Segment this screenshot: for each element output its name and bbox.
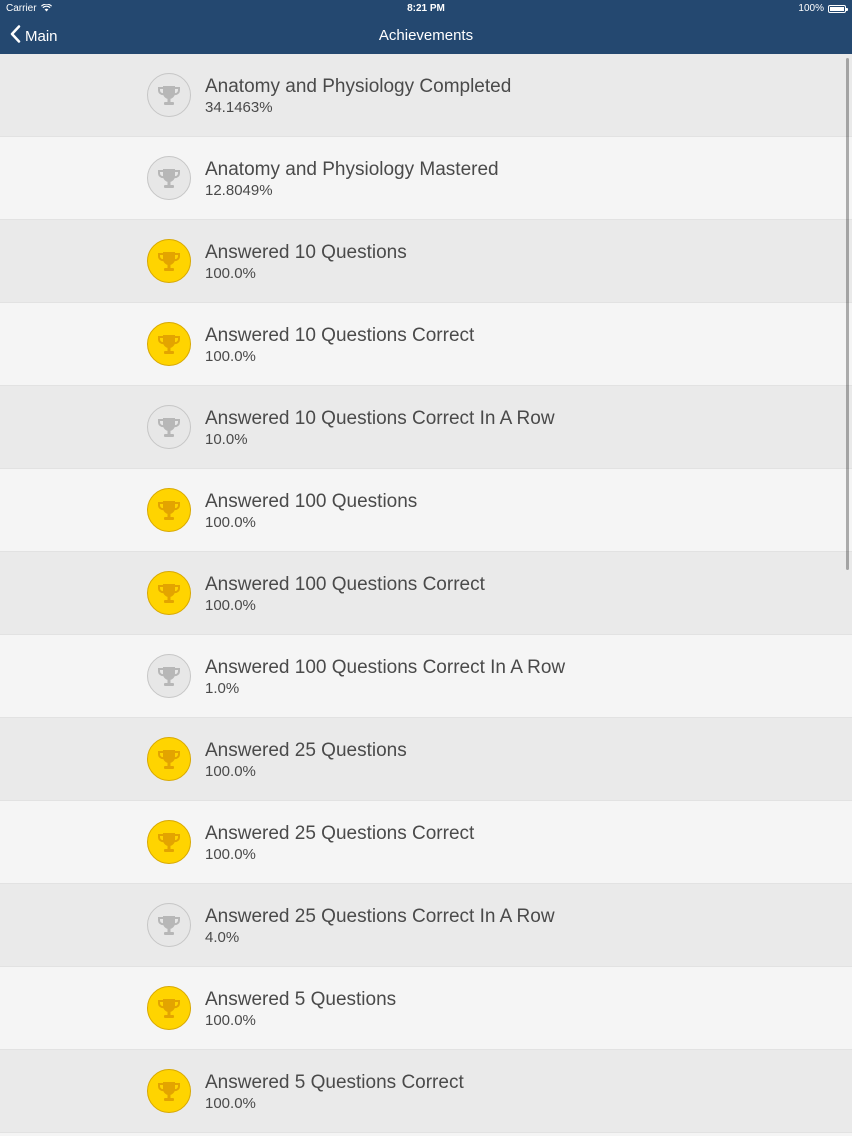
achievement-percent: 10.0% — [205, 431, 248, 448]
achievement-title: Anatomy and Physiology Mastered — [205, 159, 499, 180]
achievement-row[interactable]: Anatomy and Physiology Completed 34.1463% — [0, 54, 852, 137]
achievement-title: Answered 10 Questions Correct — [205, 325, 475, 346]
trophy-icon — [147, 73, 191, 117]
status-bar: Carrier 8:21 PM 100% — [0, 0, 852, 18]
achievement-row[interactable]: Answered 5 Questions 100.0% — [0, 967, 852, 1050]
trophy-icon — [147, 820, 191, 864]
achievement-row[interactable]: Anatomy and Physiology Mastered 12.8049% — [0, 137, 852, 220]
battery-icon — [828, 4, 848, 13]
achievement-percent: 1.0% — [205, 680, 240, 697]
battery-fill — [830, 6, 844, 11]
trophy-icon — [147, 1069, 191, 1113]
achievement-percent: 100.0% — [205, 1095, 256, 1112]
achievement-title: Answered 25 Questions — [205, 740, 407, 761]
trophy-icon — [147, 986, 191, 1030]
achievement-percent: 100.0% — [205, 514, 256, 531]
achievement-title: Answered 25 Questions Correct In A Row — [205, 906, 555, 927]
achievement-percent: 100.0% — [205, 265, 256, 282]
navigation-bar: Main Achievements — [0, 18, 852, 54]
achievement-title: Answered 5 Questions Correct — [205, 1072, 464, 1093]
status-right: 100% — [798, 3, 848, 14]
achievement-percent: 100.0% — [205, 597, 256, 614]
achievement-row[interactable]: Answered 10 Questions 100.0% — [0, 220, 852, 303]
achievement-title: Answered 100 Questions Correct In A Row — [205, 657, 566, 678]
achievement-title: Answered 100 Questions — [205, 491, 418, 512]
trophy-icon — [147, 239, 191, 283]
trophy-icon — [147, 571, 191, 615]
achievement-title: Answered 10 Questions — [205, 242, 407, 263]
trophy-icon — [147, 654, 191, 698]
achievement-list[interactable]: Anatomy and Physiology Completed 34.1463%… — [0, 54, 852, 1133]
achievement-row[interactable]: Answered 100 Questions Correct In A Row 1… — [0, 635, 852, 718]
achievement-title: Anatomy and Physiology Completed — [205, 76, 512, 97]
trophy-icon — [147, 405, 191, 449]
trophy-icon — [147, 737, 191, 781]
page-title: Achievements — [378, 27, 474, 44]
scrollbar[interactable] — [846, 58, 849, 570]
achievement-percent: 100.0% — [205, 1012, 256, 1029]
achievement-row[interactable]: Answered 100 Questions 100.0% — [0, 469, 852, 552]
trophy-icon — [147, 903, 191, 947]
achievement-row[interactable]: Answered 10 Questions Correct 100.0% — [0, 303, 852, 386]
achievement-row[interactable]: Answered 25 Questions 100.0% — [0, 718, 852, 801]
achievement-percent: 100.0% — [205, 348, 256, 365]
achievement-title: Answered 25 Questions Correct — [205, 823, 475, 844]
achievement-percent: 100.0% — [205, 846, 256, 863]
status-time: 8:21 PM — [407, 3, 445, 14]
trophy-icon — [147, 488, 191, 532]
achievement-row[interactable]: Answered 5 Questions Correct 100.0% — [0, 1050, 852, 1133]
trophy-icon — [147, 156, 191, 200]
trophy-icon — [147, 322, 191, 366]
achievement-row[interactable]: Answered 25 Questions Correct 100.0% — [0, 801, 852, 884]
battery-percent: 100% — [798, 3, 824, 14]
achievement-title: Answered 100 Questions Correct — [205, 574, 485, 595]
achievement-title: Answered 10 Questions Correct In A Row — [205, 408, 555, 429]
achievement-row[interactable]: Answered 100 Questions Correct 100.0% — [0, 552, 852, 635]
achievement-row[interactable]: Answered 10 Questions Correct In A Row 10… — [0, 386, 852, 469]
achievement-percent: 12.8049% — [205, 182, 273, 199]
achievement-percent: 4.0% — [205, 929, 240, 946]
achievement-row[interactable]: Answered 25 Questions Correct In A Row 4.… — [0, 884, 852, 967]
achievement-title: Answered 5 Questions — [205, 989, 397, 1010]
achievement-percent: 34.1463% — [205, 99, 273, 116]
achievement-percent: 100.0% — [205, 763, 256, 780]
